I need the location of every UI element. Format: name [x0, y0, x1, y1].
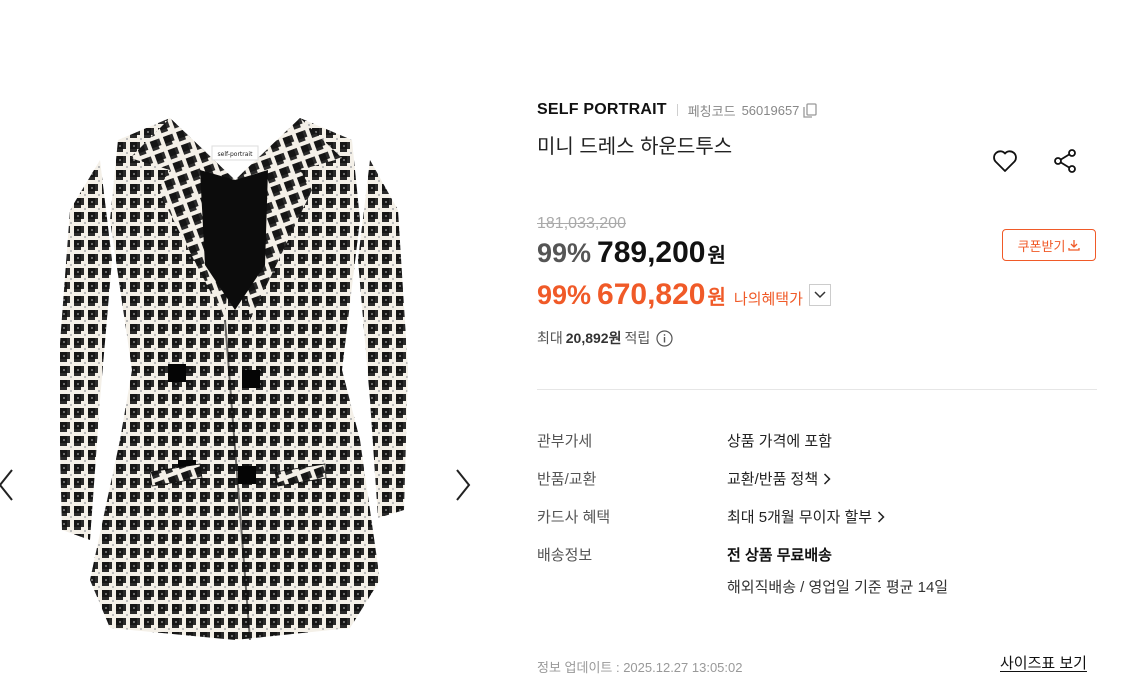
detail-label: 카드사 혜택: [537, 509, 611, 526]
detail-row-card: 카드사 혜택 최대 5개월 무이자 할부: [537, 506, 1097, 544]
product-details: 관부가세 상품 가격에 포함 반품/교환 교환/반품 정책 카드사 혜택 최대 …: [537, 430, 1097, 608]
chevron-right-icon: [877, 510, 885, 523]
points-amount: 20,892원: [565, 330, 622, 346]
product-code-value: 56019657: [741, 102, 800, 118]
wishlist-button[interactable]: [991, 147, 1019, 175]
copy-icon[interactable]: [803, 102, 818, 118]
product-title: 미니 드레스 하운드투스: [537, 136, 733, 158]
download-icon: [1068, 240, 1081, 251]
detail-row-return: 반품/교환 교환/반품 정책: [537, 468, 1097, 506]
points-suffix: 적립: [624, 330, 651, 346]
benefit-label: 나의혜택가: [733, 291, 803, 308]
benefit-dropdown-button[interactable]: [808, 284, 831, 306]
points-info: 최대 20,892원 적립: [537, 328, 673, 348]
detail-label: 관부가세: [537, 433, 593, 450]
detail-label: 배송정보: [537, 547, 593, 564]
chevron-down-icon: [814, 291, 826, 299]
benefit-currency-unit: 원: [707, 287, 726, 309]
divider: [676, 104, 678, 116]
update-timestamp: 정보 업데이트 : 2025.12.27 13:05:02: [537, 660, 743, 675]
chevron-left-icon: [0, 469, 13, 501]
detail-label: 반품/교환: [537, 471, 597, 488]
brand-row: SELF PORTRAIT 페칭코드 56019657: [537, 98, 818, 122]
product-image: self-portrait: [60, 118, 408, 640]
next-image-button[interactable]: [451, 465, 475, 505]
section-divider: [537, 389, 1097, 390]
prev-image-button[interactable]: [0, 465, 18, 505]
share-button[interactable]: [1051, 147, 1079, 175]
detail-row-shipping: 배송정보 전 상품 무료배송 해외직배송 / 영업일 기준 평균 14일: [537, 544, 1097, 608]
product-code-label: 페칭코드: [687, 103, 736, 119]
detail-row-customs: 관부가세 상품 가격에 포함: [537, 430, 1097, 468]
sale-price-row: 99% 789,200 원: [537, 236, 726, 270]
heart-icon: [993, 150, 1017, 172]
return-policy-text: 교환/반품 정책: [727, 471, 819, 488]
size-guide-link[interactable]: 사이즈표 보기: [1000, 652, 1087, 673]
benefit-price-row: 99% 670,820 원 나의혜택가: [537, 278, 831, 312]
points-prefix: 최대: [537, 330, 563, 346]
discount-percent: 99%: [537, 238, 592, 268]
return-policy-link[interactable]: 교환/반품 정책: [727, 468, 831, 489]
card-benefit-link[interactable]: 최대 5개월 무이자 할부: [727, 506, 885, 527]
shipping-sub: 해외직배송 / 영업일 기준 평균 14일: [727, 579, 949, 596]
benefit-percent: 99%: [537, 280, 592, 310]
card-benefit-text: 최대 5개월 무이자 할부: [727, 509, 873, 526]
info-icon[interactable]: [656, 329, 673, 347]
product-gallery: self-portrait: [0, 0, 500, 681]
detail-value: 상품 가격에 포함: [727, 433, 832, 450]
original-price: 181,033,200: [537, 215, 626, 232]
brand-label-tag: self-portrait: [218, 151, 254, 158]
coupon-label: 쿠폰받기: [1017, 238, 1066, 254]
product-info-panel: SELF PORTRAIT 페칭코드 56019657 미니 드레스 하운드투스…: [537, 0, 1097, 681]
brand-name[interactable]: SELF PORTRAIT: [537, 101, 667, 119]
share-icon: [1054, 149, 1076, 173]
coupon-button[interactable]: 쿠폰받기: [1002, 229, 1096, 261]
chevron-right-icon: [823, 472, 831, 485]
chevron-right-icon: [456, 469, 471, 501]
currency-unit: 원: [707, 245, 726, 267]
sale-price: 789,200: [597, 236, 706, 269]
benefit-price: 670,820: [597, 278, 706, 311]
shipping-main: 전 상품 무료배송: [727, 547, 832, 564]
